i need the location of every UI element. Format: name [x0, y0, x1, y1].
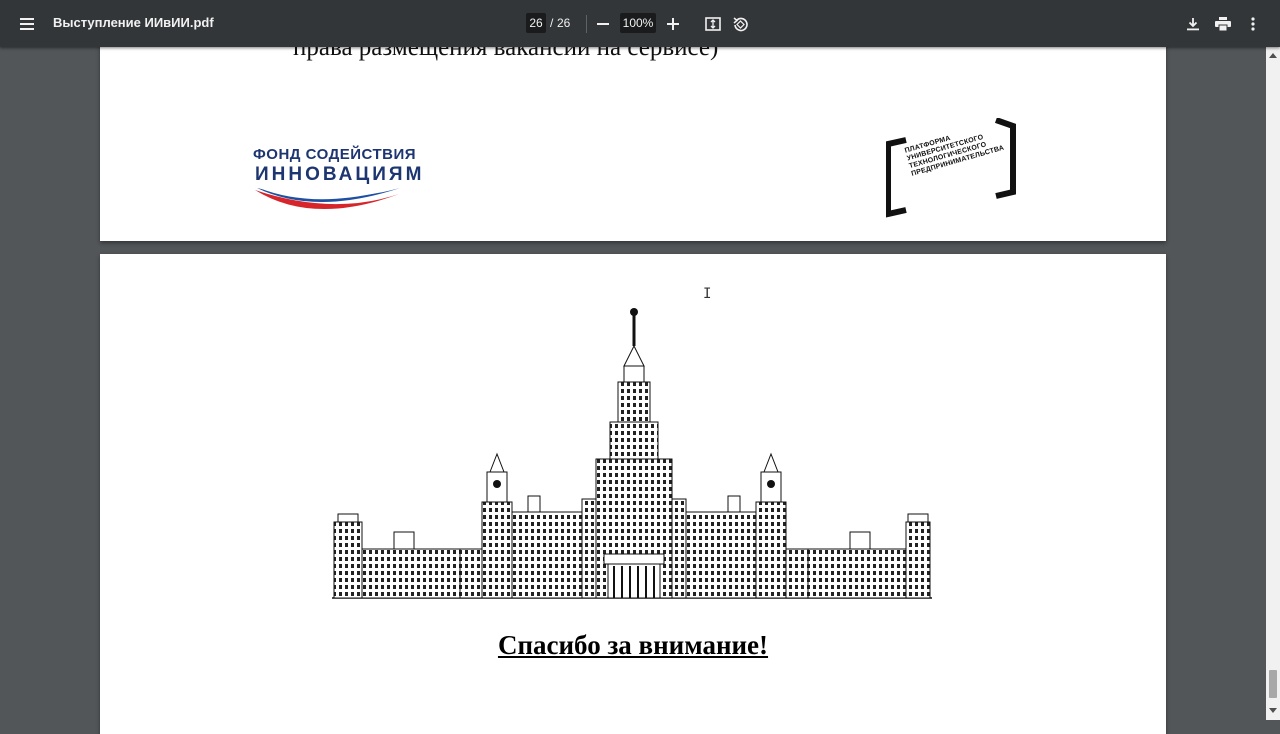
menu-icon[interactable]: [15, 12, 39, 36]
zoom-input[interactable]: 100%: [620, 13, 656, 33]
pdf-page-25: права размещения вакансии на сервисе) ФО…: [100, 20, 1166, 241]
download-icon[interactable]: [1181, 12, 1205, 36]
document-title: Выступление ИИвИИ.pdf: [53, 15, 214, 30]
fund-logo-swoosh: [255, 188, 400, 210]
scroll-down-arrow-icon[interactable]: [1269, 708, 1277, 713]
fit-page-icon[interactable]: [701, 12, 725, 36]
print-icon[interactable]: [1211, 12, 1235, 36]
fund-logo-line2: ИННОВАЦИЯМ: [255, 164, 425, 185]
more-icon[interactable]: [1241, 12, 1265, 36]
scroll-up-arrow-icon[interactable]: [1269, 53, 1277, 58]
platform-logo: ПЛАТФОРМА УНИВЕРСИТЕТСКОГО ТЕХНОЛОГИЧЕСК…: [885, 117, 1016, 218]
pdf-toolbar: Выступление ИИвИИ.pdf 26 / 26 100%: [0, 0, 1280, 47]
msu-building-illustration: [332, 308, 932, 599]
scrollbar-thumb[interactable]: [1269, 670, 1277, 698]
vertical-scrollbar[interactable]: [1266, 47, 1280, 720]
text-cursor-icon: I: [703, 286, 712, 302]
zoom-in-icon[interactable]: [661, 12, 685, 36]
pdf-page-26: Спасибо за внимание!: [100, 254, 1166, 734]
rotate-icon[interactable]: [728, 12, 752, 36]
zoom-out-icon[interactable]: [591, 12, 615, 36]
fund-logo-line1: ФОНД СОДЕЙСТВИЯ: [253, 146, 417, 163]
page-number-input[interactable]: 26: [526, 13, 546, 33]
thanks-message: Спасибо за внимание!: [497, 630, 769, 660]
toolbar-divider: [586, 15, 587, 33]
fund-logo: ФОНД СОДЕЙСТВИЯ ИННОВАЦИЯМ: [253, 146, 421, 221]
page-separator: /: [550, 16, 554, 30]
page-total: 26: [557, 16, 571, 30]
